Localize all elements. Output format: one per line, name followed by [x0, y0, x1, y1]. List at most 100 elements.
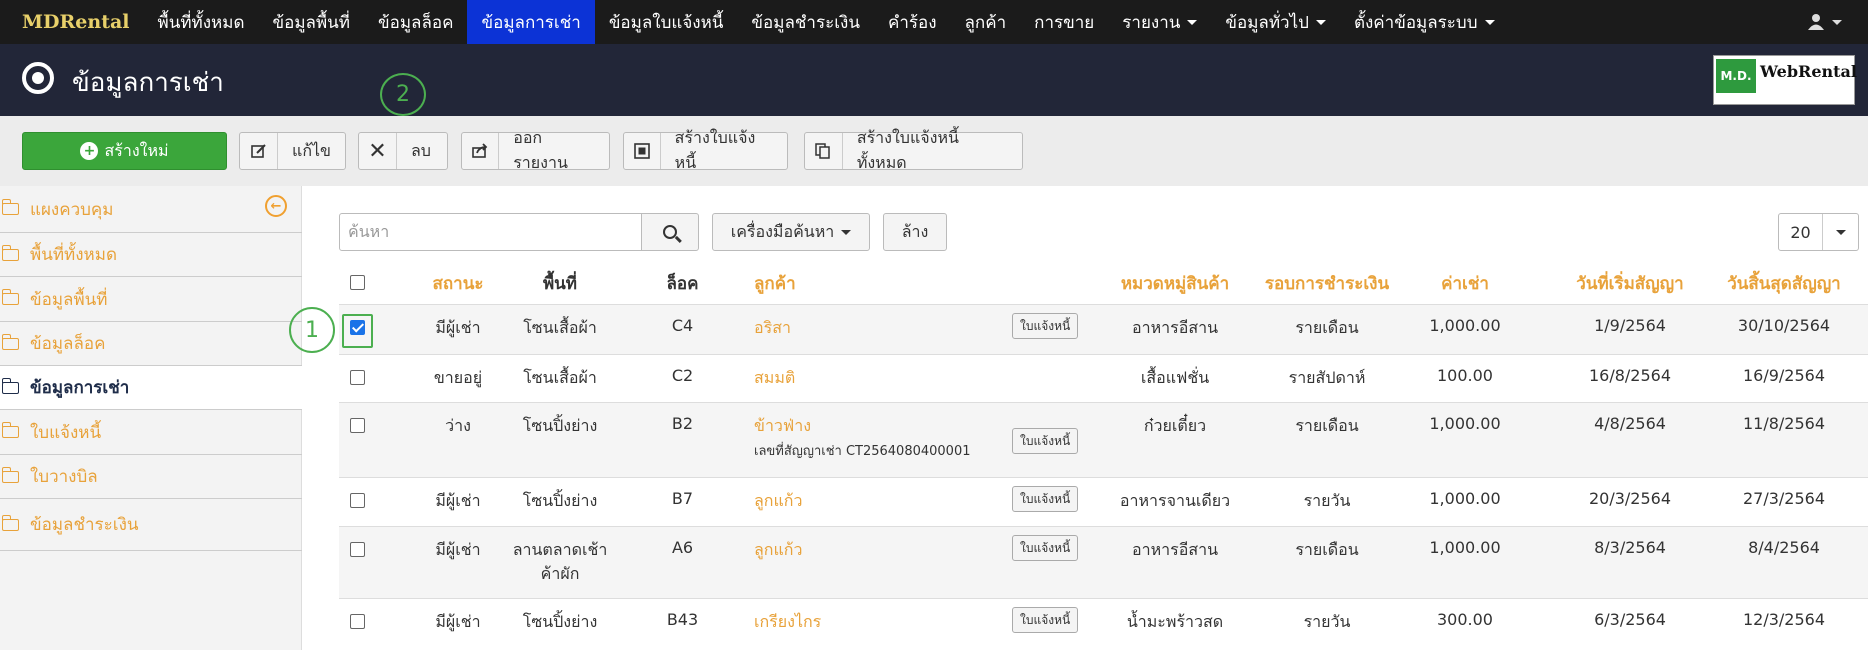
nav-item[interactable]: ข้อมูลการเช่า [467, 0, 595, 44]
export-button-label: ออกรายงาน [513, 128, 568, 172]
sidebar-item[interactable]: ใบวางบิล [0, 455, 302, 499]
create-all-invoices-button[interactable]: สร้างใบแจ้งหนี้ทั้งหมด [804, 128, 1023, 172]
nav-item[interactable]: ตั้งค่าข้อมูลระบบ [1340, 0, 1509, 44]
folder-icon [1, 333, 19, 350]
nav-item-label: ข้อมูลใบแจ้งหนี้ [608, 12, 724, 33]
search-input[interactable]: ค้นหา [339, 213, 642, 251]
nav-item-label: คำร้อง [887, 12, 937, 33]
row-checkbox[interactable] [350, 418, 365, 433]
cycle-cell: รายวัน [1303, 491, 1351, 510]
nav-item[interactable]: ลูกค้า [951, 0, 1021, 44]
chevron-down-icon [1484, 19, 1495, 25]
end-date-cell: 30/10/2564 [1737, 316, 1831, 335]
sidebar-item[interactable]: พื้นที่ทั้งหมด [0, 233, 302, 277]
stop-square-icon [624, 133, 661, 169]
clear-button[interactable]: ล้าง [883, 213, 947, 251]
status-cell: มีผู้เช่า [435, 612, 481, 631]
edit-icon [240, 133, 278, 169]
nav-item[interactable]: คำร้อง [874, 0, 951, 44]
nav-item[interactable]: ข้อมูลล็อค [364, 0, 467, 44]
column-header-category[interactable]: หมวดหมู่สินค้า [1110, 270, 1240, 297]
area-cell: ลานตลาดเช้า [512, 540, 608, 559]
area-cell: โซนเสื้อผ้า [523, 318, 597, 337]
start-date-cell: 16/8/2564 [1588, 366, 1672, 385]
area-cell: โซนปิ้งย่าง [522, 491, 598, 510]
start-date-cell: 8/3/2564 [1594, 538, 1666, 557]
row-checkbox[interactable] [350, 614, 365, 629]
copy-icon [805, 133, 843, 169]
column-header-lock[interactable]: ล็อค [655, 270, 710, 297]
nav-item[interactable]: พื้นที่ทั้งหมด [144, 0, 259, 44]
column-header-start-date[interactable]: วันที่เริ่มสัญญา [1565, 270, 1695, 297]
nav-item[interactable]: ข้อมูลทั่วไป [1211, 0, 1340, 44]
create-invoice-button[interactable]: สร้างใบแจ้งหนี้ [623, 128, 788, 172]
row-checkbox[interactable] [350, 542, 365, 557]
column-header-customer[interactable]: ลูกค้า [754, 270, 796, 297]
area-cell: โซนปิ้งย่าง [522, 416, 598, 435]
category-cell: เสื้อแฟชั่น [1140, 368, 1210, 387]
category-cell: อาหารอีสาน [1131, 540, 1218, 559]
column-header-status[interactable]: สถานะ [410, 270, 506, 297]
page-size-select[interactable]: 20 [1778, 213, 1859, 251]
chevron-down-icon [1187, 19, 1198, 25]
customer-link[interactable]: ลูกแก้ว [754, 489, 802, 514]
nav-item[interactable]: การขาย [1020, 0, 1108, 44]
customer-link[interactable]: ลูกแก้ว [754, 538, 802, 563]
nav-item[interactable]: ข้อมูลพื้นที่ [259, 0, 365, 44]
search-button[interactable] [641, 213, 699, 251]
column-header-end-date[interactable]: วันสิ้นสุดสัญญา [1715, 270, 1853, 297]
search-tools-button[interactable]: เครื่องมือค้นหา [712, 213, 870, 251]
create-button[interactable]: + สร้างใหม่ [22, 132, 227, 170]
customer-link[interactable]: อริสา [754, 316, 791, 341]
folder-icon [1, 422, 19, 438]
nav-item[interactable]: ข้อมูลชำระเงิน [737, 0, 874, 44]
customer-link[interactable]: ข้าวฟ่าง [754, 414, 811, 439]
nav-item[interactable]: รายงาน [1108, 0, 1211, 44]
start-date-cell: 4/8/2564 [1594, 414, 1666, 433]
column-header-rent[interactable]: ค่าเช่า [1425, 270, 1505, 297]
rent-cell: 1,000.00 [1429, 414, 1501, 433]
select-all-checkbox[interactable] [350, 275, 365, 290]
rent-cell: 1,000.00 [1429, 489, 1501, 508]
invoice-button[interactable]: ใบแจ้งหนี้ [1012, 607, 1079, 633]
sidebar-item[interactable]: ข้อมูลล็อค [0, 322, 302, 366]
nav-item-label: ข้อมูลชำระเงิน [751, 12, 860, 33]
page-header: ข้อมูลการเช่า [0, 44, 1868, 116]
brand-logo[interactable]: MDRental [0, 0, 144, 44]
page-title: ข้อมูลการเช่า [72, 68, 224, 98]
category-cell: ก๋วยเตี๋ยว [1143, 416, 1207, 435]
row-checkbox[interactable] [350, 493, 365, 508]
nav-item[interactable]: ข้อมูลใบแจ้งหนี้ [595, 0, 738, 44]
customer-link[interactable]: เกรียงไกร [754, 610, 821, 635]
column-header-area[interactable]: พื้นที่ [510, 270, 610, 297]
lock-cell: B7 [671, 489, 694, 508]
rent-cell: 300.00 [1437, 610, 1493, 629]
customer-link[interactable]: สมมติ [754, 366, 795, 391]
contract-number: เลขที่สัญญาเช่า CT2564080400001 [754, 444, 971, 459]
logo-mark: M.D. [1716, 59, 1756, 93]
delete-button[interactable]: ✕ ลบ [358, 132, 448, 170]
cycle-cell: รายเดือน [1295, 318, 1359, 337]
edit-button[interactable]: แก้ไข [239, 132, 346, 170]
chevron-down-icon [1832, 19, 1842, 25]
user-menu[interactable] [1807, 0, 1842, 44]
area-cell-line2: ค้าผัก [540, 564, 580, 583]
export-button[interactable]: ออกรายงาน [461, 128, 610, 172]
sidebar-item[interactable]: ข้อมูลชำระเงิน [0, 499, 302, 551]
invoice-button[interactable]: ใบแจ้งหนี้ [1012, 428, 1079, 454]
start-date-cell: 1/9/2564 [1594, 316, 1666, 335]
row-checkbox[interactable] [350, 370, 365, 385]
sidebar-item[interactable]: แผงควบคุม [0, 186, 302, 233]
lock-cell: C2 [671, 366, 694, 385]
share-icon [462, 133, 500, 169]
sidebar-item[interactable]: ข้อมูลการเช่า [0, 366, 302, 410]
rent-cell: 1,000.00 [1429, 316, 1501, 335]
rent-cell: 100.00 [1437, 366, 1493, 385]
column-header-cycle[interactable]: รอบการชำระเงิน [1256, 270, 1398, 297]
invoice-button[interactable]: ใบแจ้งหนี้ [1012, 535, 1079, 561]
invoice-button[interactable]: ใบแจ้งหนี้ [1012, 486, 1079, 512]
invoice-button[interactable]: ใบแจ้งหนี้ [1012, 313, 1079, 339]
sidebar-item[interactable]: ใบแจ้งหนี้ [0, 410, 302, 455]
sidebar-item[interactable]: ข้อมูลพื้นที่ [0, 277, 302, 322]
company-logo: M.D. WebRental [1713, 55, 1857, 105]
